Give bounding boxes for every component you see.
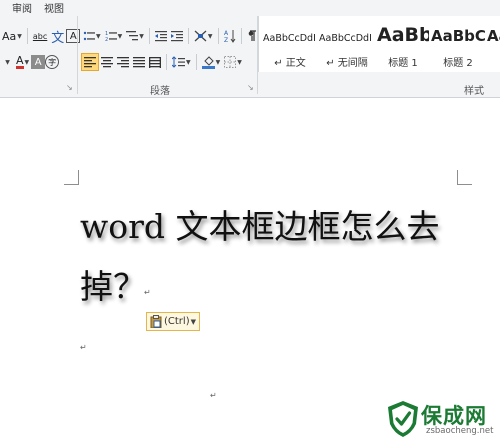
- paragraph-row-1: ▼ 1 2 ▼ ▼ ▼ AZ: [81, 26, 259, 46]
- decrease-indent-button[interactable]: [153, 27, 169, 45]
- numbering-button[interactable]: 1 2 ▼: [103, 27, 125, 45]
- ribbon: 审阅 视图 Aa ▼ abc 文 A ▼ A ▼ A 字 ▼ 1 2 ▼ ▼ ▼…: [0, 0, 500, 98]
- document-page[interactable]: [0, 114, 500, 441]
- ruler-gap: [0, 98, 500, 114]
- chevron-down-icon: ▼: [190, 317, 196, 326]
- margin-corner-top-left: [64, 170, 79, 185]
- clipboard-icon: [150, 315, 162, 328]
- paragraph-group-label: 段落: [150, 86, 170, 97]
- paint-bucket-icon: [201, 55, 215, 69]
- paragraph-dialog-launcher-icon[interactable]: ↘: [247, 83, 254, 92]
- line-spacing-button[interactable]: ▼: [170, 53, 193, 71]
- tab-review[interactable]: 审阅: [12, 0, 32, 15]
- text-style-button[interactable]: 文: [49, 27, 66, 46]
- paragraph-mark: ↵: [80, 343, 87, 352]
- borders-icon: [224, 56, 237, 68]
- font-dialog-launcher-icon[interactable]: ↘: [66, 83, 73, 92]
- watermark-logo: 保成网 zsbaocheng.net: [384, 398, 500, 441]
- watermark-url: zsbaocheng.net: [426, 426, 494, 436]
- phonetic-guide-button[interactable]: abc: [31, 27, 49, 45]
- align-left-icon: [84, 56, 96, 67]
- borders-button[interactable]: ▼: [222, 53, 244, 71]
- style-normal[interactable]: AaBbCcDdI ↵ 正文: [263, 16, 317, 72]
- sort-button[interactable]: AZ: [222, 27, 238, 45]
- ribbon-tabs: 审阅 视图: [0, 0, 500, 15]
- align-center-button[interactable]: [99, 53, 115, 71]
- font-color-button[interactable]: A ▼: [14, 53, 31, 71]
- sort-icon: AZ: [224, 30, 235, 43]
- styles-gallery: AaBbCcDdI ↵ 正文 AaBbCcDdI ↵ 无间隔 AaBb 标题 1…: [258, 16, 500, 72]
- chinese-layout-icon: [194, 30, 207, 42]
- style-heading-2[interactable]: AaBbC 标题 2: [431, 16, 485, 72]
- distributed-button[interactable]: [147, 53, 163, 71]
- shading-button[interactable]: ▼: [200, 53, 223, 71]
- style-title[interactable]: Aa: [487, 16, 500, 72]
- style-heading-1[interactable]: AaBb 标题 1: [377, 16, 429, 72]
- enclosed-char-button[interactable]: 字: [45, 55, 60, 69]
- justify-button[interactable]: [131, 53, 147, 71]
- svg-text:A: A: [224, 30, 229, 37]
- multilevel-list-button[interactable]: ▼: [124, 27, 146, 45]
- line-spacing-icon: [172, 56, 185, 68]
- style-no-spacing[interactable]: AaBbCcDdI ↵ 无间隔: [319, 16, 375, 72]
- paragraph-mark-icon: [248, 30, 256, 41]
- svg-text:2: 2: [105, 37, 108, 42]
- align-center-icon: [101, 56, 113, 67]
- increase-indent-button[interactable]: [169, 27, 185, 45]
- align-right-button[interactable]: [115, 53, 131, 71]
- paste-options-button[interactable]: (Ctrl) ▼: [146, 312, 200, 331]
- numbering-icon: 12: [105, 31, 117, 42]
- chinese-layout-button[interactable]: ▼: [192, 27, 215, 45]
- char-shading-button[interactable]: A: [31, 55, 46, 69]
- paragraph-row-2: ▼ ▼ ▼: [81, 52, 244, 72]
- highlight-dropdown[interactable]: ▼: [0, 53, 14, 71]
- bullets-icon: [83, 31, 95, 41]
- svg-text:Z: Z: [224, 37, 228, 43]
- shield-logo-icon: [388, 401, 418, 437]
- font-row-2: ▼ A ▼ A 字: [0, 52, 60, 72]
- tab-view[interactable]: 视图: [44, 0, 64, 15]
- paste-options-label: (Ctrl): [164, 316, 190, 327]
- distributed-icon: [149, 56, 161, 68]
- paragraph-mark: ↵: [210, 391, 217, 400]
- align-right-icon: [117, 56, 129, 67]
- enclose-char-button[interactable]: A: [66, 29, 81, 43]
- margin-corner-top-right: [457, 170, 472, 185]
- change-case-button[interactable]: Aa ▼: [0, 27, 24, 45]
- font-row-1: Aa ▼ abc 文 A: [0, 26, 81, 46]
- document-heading-line-1[interactable]: word 文本框边框怎么去: [80, 200, 440, 248]
- bullets-button[interactable]: ▼: [81, 27, 103, 45]
- paragraph-mark: ↵: [144, 288, 151, 297]
- increase-indent-icon: [170, 31, 183, 42]
- decrease-indent-icon: [154, 31, 167, 42]
- justify-icon: [133, 56, 145, 67]
- document-heading-line-2[interactable]: 掉？: [80, 260, 146, 308]
- multilevel-list-icon: [126, 31, 139, 41]
- styles-group-label: 样式: [464, 86, 484, 97]
- align-left-button[interactable]: [81, 53, 99, 71]
